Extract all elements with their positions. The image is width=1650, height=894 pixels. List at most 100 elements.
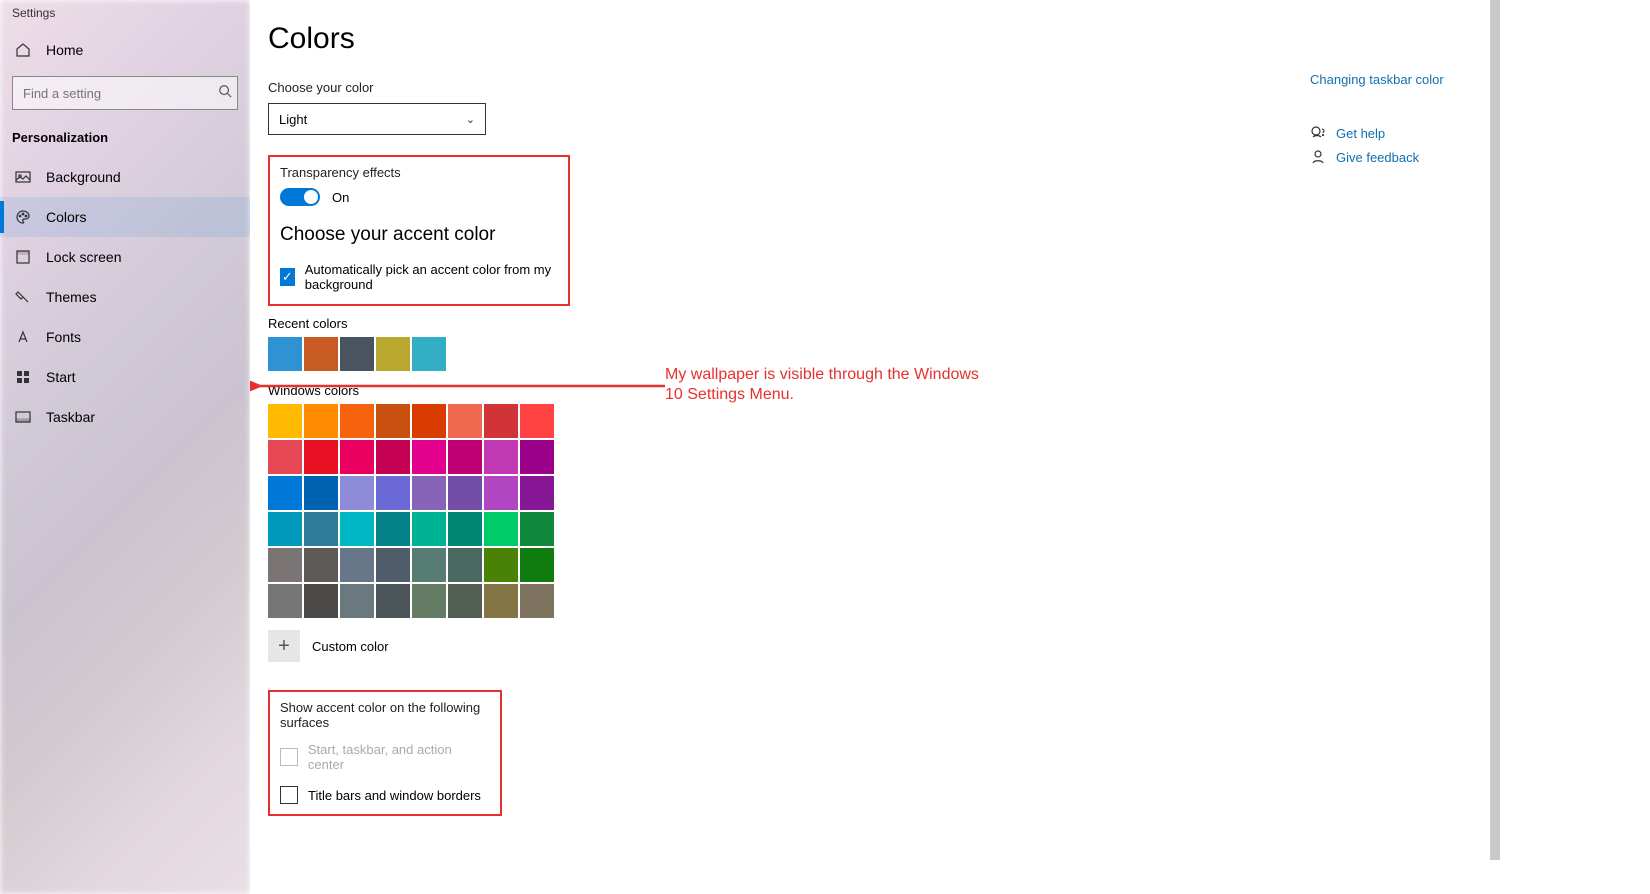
sidebar-item-taskbar[interactable]: Taskbar [0, 397, 250, 437]
windows-color-swatch[interactable] [304, 440, 338, 474]
chevron-down-icon: ⌄ [466, 113, 475, 126]
windows-color-swatch[interactable] [520, 476, 554, 510]
windows-color-swatch[interactable] [340, 548, 374, 582]
choose-color-value: Light [279, 112, 307, 127]
windows-color-swatch[interactable] [340, 584, 374, 618]
sidebar-item-colors[interactable]: Colors [0, 197, 250, 237]
windows-color-swatch[interactable] [376, 512, 410, 546]
auto-pick-checkbox[interactable]: ✓ [280, 268, 295, 286]
windows-color-swatch[interactable] [340, 440, 374, 474]
right-pane: Changing taskbar color Get help Give fee… [1310, 72, 1500, 173]
windows-color-swatch[interactable] [448, 476, 482, 510]
surface-start-checkbox [280, 748, 298, 766]
windows-color-swatch[interactable] [484, 548, 518, 582]
windows-color-swatch[interactable] [304, 512, 338, 546]
windows-color-swatch[interactable] [484, 440, 518, 474]
surface-titlebar-checkbox[interactable] [280, 786, 298, 804]
get-help-link[interactable]: Get help [1336, 126, 1385, 141]
windows-color-swatch[interactable] [520, 440, 554, 474]
windows-color-swatch[interactable] [484, 476, 518, 510]
recent-color-swatch[interactable] [268, 337, 302, 371]
windows-color-swatch[interactable] [376, 404, 410, 438]
windows-color-swatch[interactable] [448, 584, 482, 618]
feedback-icon [1310, 149, 1326, 165]
windows-color-swatch[interactable] [340, 476, 374, 510]
recent-color-swatch[interactable] [376, 337, 410, 371]
main-panel: Colors Choose your color Light ⌄ Transpa… [250, 0, 1490, 894]
taskbar-icon [14, 408, 32, 426]
sidebar-item-lock-screen[interactable]: Lock screen [0, 237, 250, 277]
palette-icon [14, 208, 32, 226]
page-title: Colors [268, 22, 1490, 56]
windows-color-swatch[interactable] [268, 584, 302, 618]
windows-color-swatch[interactable] [376, 584, 410, 618]
sidebar: Settings Home Personalization Background… [0, 0, 250, 894]
windows-color-swatch[interactable] [448, 512, 482, 546]
search-input[interactable] [12, 76, 238, 110]
custom-color-label: Custom color [312, 639, 389, 654]
transparency-toggle[interactable] [280, 188, 320, 206]
windows-color-swatch[interactable] [304, 584, 338, 618]
windows-color-swatch[interactable] [412, 476, 446, 510]
annotation-text: My wallpaper is visible through the Wind… [665, 365, 995, 405]
start-icon [14, 368, 32, 386]
windows-color-swatch[interactable] [376, 440, 410, 474]
recent-color-swatch[interactable] [340, 337, 374, 371]
windows-color-swatch[interactable] [268, 476, 302, 510]
home-button[interactable]: Home [0, 30, 250, 70]
windows-color-swatch[interactable] [520, 548, 554, 582]
scrollbar-thumb[interactable] [1490, 0, 1500, 860]
home-label: Home [46, 42, 83, 58]
windows-color-swatch[interactable] [412, 512, 446, 546]
recent-color-swatch[interactable] [304, 337, 338, 371]
image-icon [14, 168, 32, 186]
windows-color-swatch[interactable] [268, 440, 302, 474]
sidebar-item-label: Fonts [46, 329, 81, 345]
windows-color-swatch[interactable] [448, 404, 482, 438]
section-label: Personalization [0, 118, 250, 157]
choose-color-select[interactable]: Light ⌄ [268, 103, 486, 135]
windows-color-swatch[interactable] [520, 512, 554, 546]
surface-start-label: Start, taskbar, and action center [308, 742, 490, 772]
custom-color-button[interactable]: + [268, 630, 300, 662]
windows-color-swatch[interactable] [268, 404, 302, 438]
auto-pick-label: Automatically pick an accent color from … [305, 262, 558, 292]
recent-color-swatch[interactable] [412, 337, 446, 371]
windows-color-swatch[interactable] [484, 404, 518, 438]
surfaces-heading: Show accent color on the following surfa… [280, 700, 490, 730]
windows-color-swatch[interactable] [340, 512, 374, 546]
sidebar-item-label: Colors [46, 209, 86, 225]
give-feedback-link[interactable]: Give feedback [1336, 150, 1419, 165]
outer-right-margin [1500, 0, 1650, 894]
sidebar-item-start[interactable]: Start [0, 357, 250, 397]
annotation-highlight-box-1: Transparency effects On Choose your acce… [268, 155, 570, 306]
search-icon[interactable] [218, 84, 232, 103]
windows-color-swatch[interactable] [412, 584, 446, 618]
windows-color-swatch[interactable] [268, 512, 302, 546]
windows-color-swatch[interactable] [304, 548, 338, 582]
windows-color-swatch[interactable] [268, 548, 302, 582]
windows-color-swatch[interactable] [376, 476, 410, 510]
windows-color-swatch[interactable] [484, 584, 518, 618]
windows-color-swatch[interactable] [520, 404, 554, 438]
windows-color-swatch[interactable] [304, 476, 338, 510]
sidebar-item-label: Themes [46, 289, 97, 305]
sidebar-item-background[interactable]: Background [0, 157, 250, 197]
sidebar-item-themes[interactable]: Themes [0, 277, 250, 317]
windows-color-swatch[interactable] [448, 548, 482, 582]
windows-color-swatch[interactable] [376, 548, 410, 582]
sidebar-item-fonts[interactable]: Fonts [0, 317, 250, 357]
link-changing-taskbar-color[interactable]: Changing taskbar color [1310, 72, 1500, 87]
windows-color-swatch[interactable] [484, 512, 518, 546]
surface-titlebar-label: Title bars and window borders [308, 788, 481, 803]
windows-color-swatch[interactable] [520, 584, 554, 618]
windows-color-swatch[interactable] [412, 548, 446, 582]
windows-color-swatch[interactable] [304, 404, 338, 438]
annotation-highlight-box-2: Show accent color on the following surfa… [268, 690, 502, 816]
windows-color-swatch[interactable] [412, 404, 446, 438]
windows-color-swatch[interactable] [340, 404, 374, 438]
fonts-icon [14, 328, 32, 346]
windows-color-swatch[interactable] [448, 440, 482, 474]
windows-color-swatch[interactable] [412, 440, 446, 474]
choose-color-label: Choose your color [268, 80, 1490, 95]
